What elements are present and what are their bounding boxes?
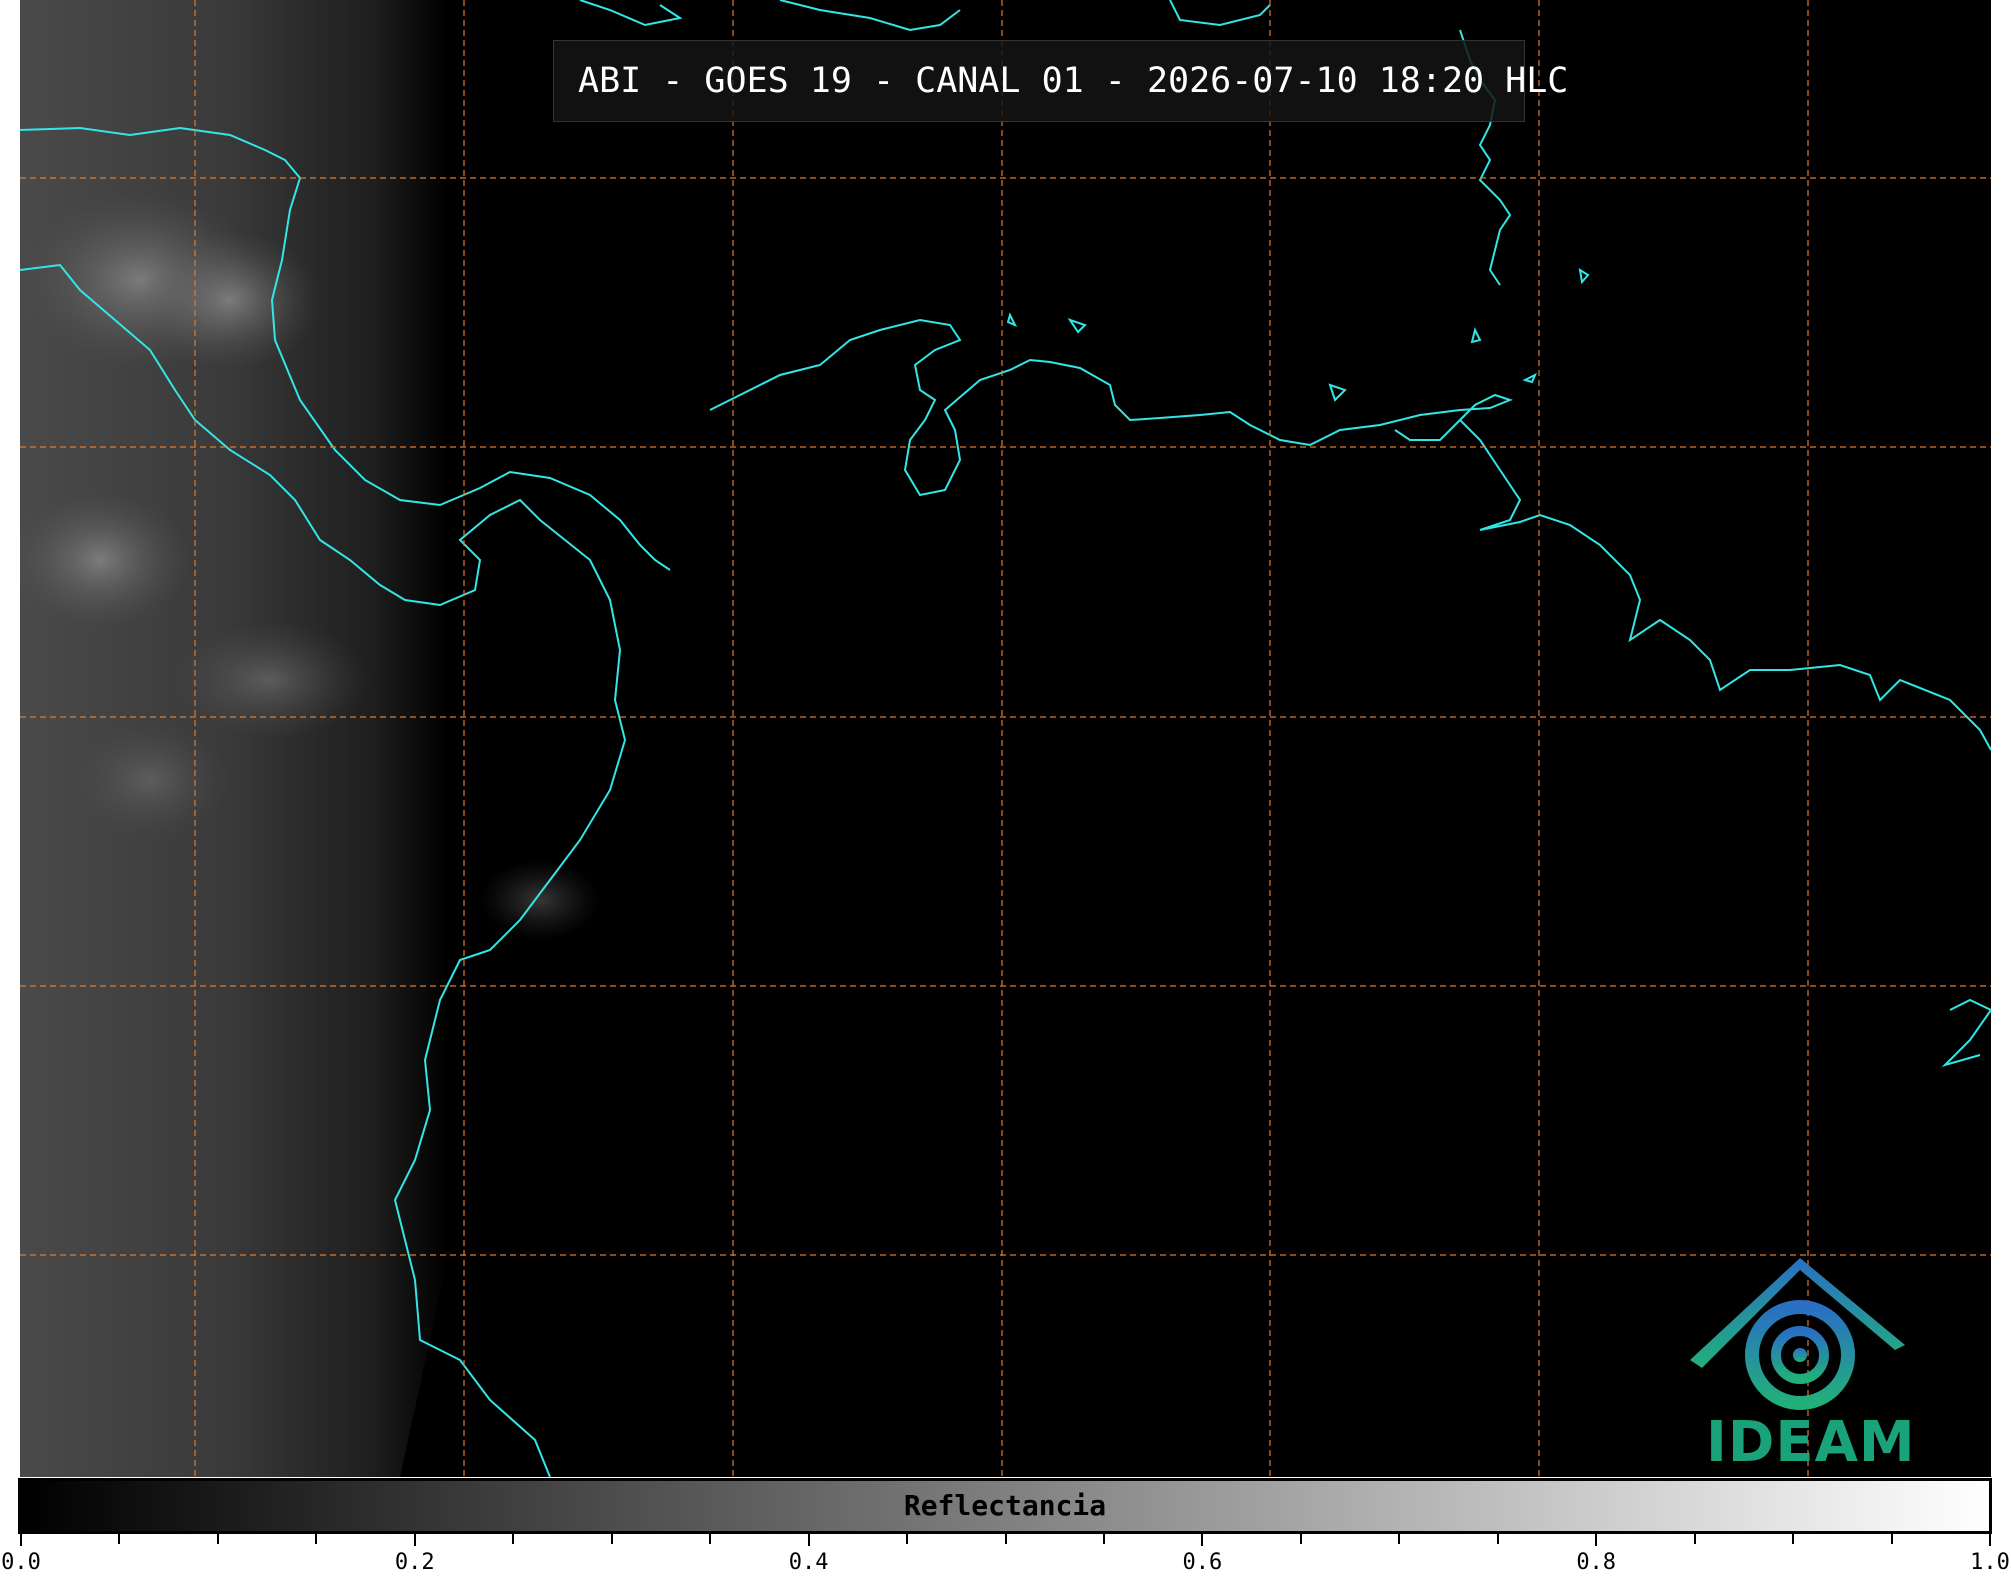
- colorbar-tick-label: 0.6: [1182, 1550, 1223, 1575]
- colorbar-tick-label: 1.0: [1970, 1550, 2010, 1575]
- colorbar-tick-label: 0.2: [394, 1550, 435, 1575]
- map-title: ABI - GOES 19 - CANAL 01 - 2026-07-10 18…: [578, 61, 1569, 101]
- colorbar-tick-label: 0.0: [1, 1550, 41, 1575]
- map-title-box: ABI - GOES 19 - CANAL 01 - 2026-07-10 18…: [553, 40, 1568, 122]
- colorbar-tick: [216, 1534, 219, 1544]
- colorbar-tick: [20, 1534, 22, 1546]
- colorbar-tick: [512, 1534, 515, 1544]
- colorbar-tick: [1299, 1534, 1302, 1544]
- colorbar-tick: [118, 1534, 121, 1544]
- colorbar-tick: [1693, 1534, 1696, 1544]
- colorbar-tick: [413, 1534, 416, 1546]
- ideam-logo: IDEAM: [1670, 1250, 1915, 1475]
- colorbar-ticks: 0.0 0.2 0.4 0.6 0.8 1.0: [0, 1530, 2011, 1577]
- colorbar-tick: [807, 1534, 810, 1546]
- ideam-logo-text: IDEAM: [1706, 1410, 1916, 1475]
- colorbar-tick-label: 0.8: [1576, 1550, 1617, 1575]
- colorbar-tick: [1398, 1534, 1401, 1544]
- colorbar-tick: [1201, 1534, 1204, 1546]
- colorbar: Reflectancia: [18, 1478, 1992, 1534]
- colorbar-tick: [1496, 1534, 1499, 1544]
- colorbar-tick: [1595, 1534, 1598, 1546]
- colorbar-label: Reflectancia: [903, 1489, 1107, 1522]
- colorbar-tick: [1102, 1534, 1105, 1544]
- satellite-map: ABI - GOES 19 - CANAL 01 - 2026-07-10 18…: [20, 0, 1991, 1477]
- colorbar-tick: [1989, 1534, 1991, 1546]
- colorbar-tick: [315, 1534, 318, 1544]
- colorbar-tick: [1004, 1534, 1007, 1544]
- colorbar-tick: [709, 1534, 712, 1544]
- ideam-emblem-icon: [1690, 1258, 1905, 1410]
- colorbar-tick: [610, 1534, 613, 1544]
- colorbar-tick: [1792, 1534, 1795, 1544]
- colorbar-tick: [1890, 1534, 1893, 1544]
- colorbar-tick: [906, 1534, 909, 1544]
- colorbar-tick-label: 0.4: [788, 1550, 829, 1575]
